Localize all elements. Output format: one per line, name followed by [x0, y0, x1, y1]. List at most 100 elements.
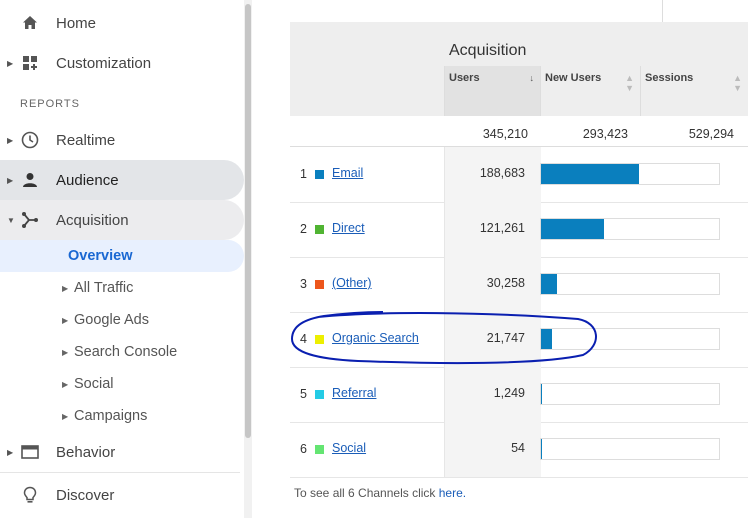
users-bar	[540, 438, 720, 460]
channel-link[interactable]: Social	[332, 441, 366, 455]
caret-right-icon: ▶	[62, 283, 69, 293]
sort-icon: ▲ ▼	[625, 73, 634, 93]
subnav-all-traffic[interactable]: ▶ All Traffic	[0, 272, 244, 304]
table-row: 2 Direct 121,261	[290, 202, 748, 258]
home-icon	[21, 14, 39, 32]
column-header-users-label: Users	[449, 72, 480, 84]
caret-right-icon: ▶	[7, 135, 14, 145]
table-row: 6 Social 54	[290, 422, 748, 478]
nav-acquisition-label: Acquisition	[56, 211, 129, 229]
users-cell: 121,261	[444, 202, 541, 257]
row-rank: 1	[300, 167, 307, 181]
channel-link[interactable]: (Other)	[332, 276, 372, 290]
column-header-new-users-label: New Users	[545, 72, 602, 84]
caret-right-icon: ▶	[62, 379, 69, 389]
users-cell: 30,258	[444, 257, 541, 312]
sidebar-divider	[0, 472, 240, 473]
column-header-sessions[interactable]: Sessions ▲ ▼	[640, 66, 748, 116]
table-row: 5 Referral 1,249	[290, 367, 748, 423]
users-bar-fill	[541, 219, 604, 239]
channel-color-swatch	[315, 170, 324, 179]
channel-color-swatch	[315, 445, 324, 454]
total-users: 345,210	[482, 127, 528, 141]
subnav-campaigns-label: Campaigns	[74, 408, 148, 424]
nav-discover-label: Discover	[56, 486, 115, 504]
sidebar-scrollbar-thumb[interactable]	[245, 4, 251, 438]
dashboard-icon	[21, 54, 39, 72]
acquisition-icon	[21, 211, 39, 229]
see-all-channels-link[interactable]: here.	[439, 486, 466, 500]
lightbulb-icon	[21, 486, 39, 504]
users-value: 121,261	[479, 221, 525, 235]
row-rank: 3	[300, 277, 307, 291]
users-cell: 188,683	[444, 147, 541, 202]
users-bar	[540, 163, 720, 185]
channel-color-swatch	[315, 280, 324, 289]
users-value: 188,683	[479, 166, 525, 180]
subnav-overview-label: Overview	[68, 248, 133, 264]
nav-home-label: Home	[56, 14, 97, 32]
channel-color-swatch	[315, 225, 324, 234]
nav-realtime[interactable]: ▶ Realtime	[0, 120, 244, 160]
channel-color-swatch	[315, 390, 324, 399]
users-bar-fill	[541, 274, 557, 294]
row-rank: 6	[300, 442, 307, 456]
nav-realtime-label: Realtime	[56, 131, 116, 149]
users-bar	[540, 383, 720, 405]
caret-right-icon: ▶	[7, 175, 14, 185]
channel-link[interactable]: Organic Search	[332, 331, 419, 345]
users-bar	[540, 328, 720, 350]
reports-heading: REPORTS	[20, 98, 80, 110]
users-value: 30,258	[486, 276, 525, 290]
caret-down-icon: ▼	[7, 215, 15, 225]
sort-desc-icon: ↓	[529, 73, 535, 83]
total-new-users: 293,423	[582, 127, 628, 141]
users-bar	[540, 273, 720, 295]
subnav-campaigns[interactable]: ▶ Campaigns	[0, 400, 244, 432]
table-footer: To see all 6 Channels click here.	[294, 486, 466, 500]
channel-link[interactable]: Referral	[332, 386, 376, 400]
total-sessions: 529,294	[688, 127, 734, 141]
users-bar-fill	[541, 329, 552, 349]
nav-discover[interactable]: Discover	[0, 475, 244, 515]
subnav-google-ads-label: Google Ads	[74, 312, 149, 328]
nav-customization[interactable]: ▶ Customization	[0, 43, 244, 83]
subnav-social[interactable]: ▶ Social	[0, 368, 244, 400]
column-header-new-users[interactable]: New Users ▲ ▼	[540, 66, 640, 116]
subnav-social-label: Social	[74, 376, 114, 392]
nav-acquisition[interactable]: ▼ Acquisition	[0, 200, 244, 240]
users-bar-fill	[541, 384, 542, 404]
table-row: 3 (Other) 30,258	[290, 257, 748, 313]
nav-audience[interactable]: ▶ Audience	[0, 160, 244, 200]
users-value: 1,249	[493, 386, 525, 400]
channel-link[interactable]: Direct	[332, 221, 365, 235]
users-cell: 1,249	[444, 367, 541, 422]
acquisition-group-title: Acquisition	[449, 42, 527, 59]
clock-icon	[21, 131, 39, 149]
column-header-users[interactable]: Users ↓	[444, 66, 540, 116]
users-value: 54	[511, 441, 525, 455]
table-row: 4 Organic Search 21,747	[290, 312, 748, 368]
caret-right-icon: ▶	[62, 315, 69, 325]
users-bar-fill	[541, 439, 542, 459]
row-rank: 4	[300, 332, 307, 346]
nav-behavior[interactable]: ▶ Behavior	[0, 432, 244, 472]
subnav-overview[interactable]: Overview	[0, 240, 244, 272]
nav-home[interactable]: Home	[0, 3, 244, 43]
row-rank: 2	[300, 222, 307, 236]
users-cell: 21,747	[444, 312, 541, 367]
subnav-google-ads[interactable]: ▶ Google Ads	[0, 304, 244, 336]
caret-right-icon: ▶	[62, 347, 69, 357]
browser-window-icon	[21, 443, 39, 461]
subnav-search-console[interactable]: ▶ Search Console	[0, 336, 244, 368]
column-header-sessions-label: Sessions	[645, 72, 694, 84]
channel-link[interactable]: Email	[332, 166, 363, 180]
users-bar	[540, 218, 720, 240]
subnav-all-traffic-label: All Traffic	[74, 280, 134, 296]
caret-right-icon: ▶	[62, 411, 69, 421]
users-cell: 54	[444, 422, 541, 477]
explorer-table: Acquisition Users ↓ New Users ▲ ▼ Session…	[290, 0, 748, 478]
footer-text: To see all 6 Channels click	[294, 486, 439, 500]
subnav-search-console-label: Search Console	[74, 344, 178, 360]
channel-color-swatch	[315, 335, 324, 344]
